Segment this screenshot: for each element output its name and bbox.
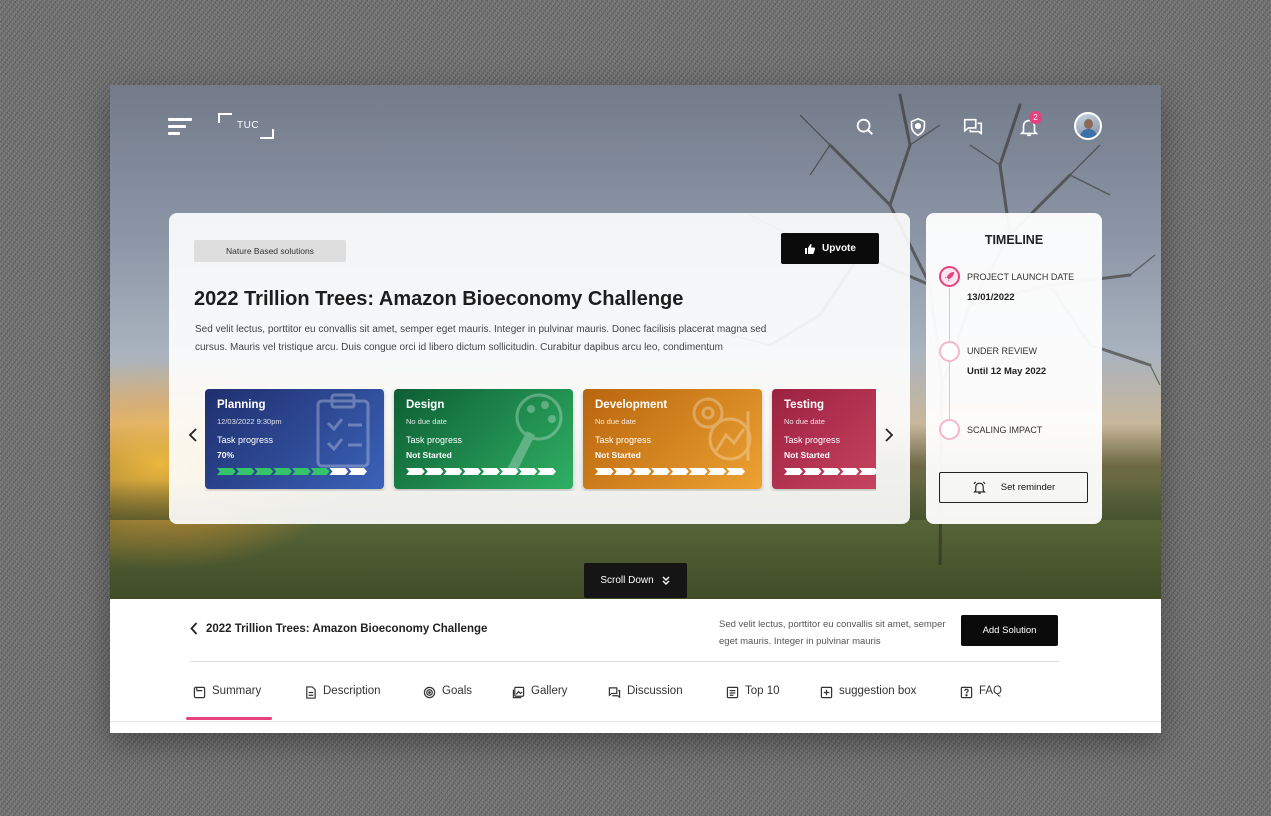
test-icon: [875, 391, 876, 471]
document-icon: [306, 686, 316, 699]
avatar[interactable]: [1074, 112, 1102, 140]
timeline-dot: [939, 419, 960, 440]
top-navigation: TUC 2: [110, 85, 1161, 170]
timeline-card: TIMELINE PROJECT LAUNCH DATE 13/01/2022 …: [926, 213, 1102, 524]
timeline-label: PROJECT LAUNCH DATE: [967, 272, 1075, 282]
active-tab-indicator: [186, 717, 272, 720]
tab-gallery[interactable]: Gallery: [512, 685, 567, 715]
rocket-icon: [939, 266, 960, 287]
question-icon: [960, 686, 973, 699]
target-icon: [423, 686, 436, 699]
carousel-prev-arrow[interactable]: [187, 427, 201, 447]
tab-bar-border: [110, 721, 1161, 722]
gallery-icon: [512, 686, 525, 699]
timeline-value: 13/01/2022: [967, 292, 1015, 303]
search-icon[interactable]: [854, 116, 876, 138]
section-divider: [190, 661, 1059, 662]
timeline-value: Until 12 May 2022: [967, 366, 1047, 377]
bell-icon[interactable]: 2: [1018, 111, 1042, 138]
double-chevron-down-icon: [662, 575, 670, 585]
stage-carousel: Planning 12/03/2022 9:30pm Task progress…: [205, 389, 876, 491]
set-reminder-button[interactable]: Set reminder: [939, 472, 1088, 503]
tab-goals[interactable]: Goals: [423, 685, 472, 715]
challenge-description: Sed velit lectus, porttitor eu convallis…: [195, 324, 767, 353]
carousel-next-arrow[interactable]: [881, 427, 895, 447]
logo[interactable]: TUC: [218, 113, 274, 139]
chat-icon: [608, 687, 621, 699]
clipboard-icon: [316, 393, 370, 468]
tab-suggestion-box[interactable]: suggestion box: [820, 685, 916, 715]
alarm-icon: [972, 481, 986, 494]
list-icon: [726, 686, 739, 699]
stage-card-testing[interactable]: Testing No due date Task progress Not St…: [772, 389, 876, 489]
menu-icon[interactable]: [168, 118, 192, 136]
progress-bar: [784, 468, 876, 475]
tab-description[interactable]: Description: [304, 685, 381, 715]
timeline-label: UNDER REVIEW: [967, 346, 1038, 356]
shield-icon[interactable]: [907, 116, 929, 138]
timeline-dot: [939, 341, 960, 362]
hero-banner: TUC 2 Nature Based solutions Upvote 2022…: [110, 85, 1161, 599]
stage-card-development[interactable]: Development No due date Task progress No…: [583, 389, 762, 489]
chat-icon[interactable]: [962, 116, 984, 138]
set-reminder-label: Set reminder: [1000, 482, 1056, 493]
category-tag: Nature Based solutions: [194, 240, 346, 262]
stage-card-planning[interactable]: Planning 12/03/2022 9:30pm Task progress…: [205, 389, 384, 489]
thumbs-up-icon: [805, 243, 816, 254]
add-solution-button[interactable]: Add Solution: [961, 615, 1058, 646]
tab-top-10[interactable]: Top 10: [726, 685, 780, 715]
gear-chart-icon: [692, 397, 752, 461]
timeline-title: TIMELINE: [984, 233, 1044, 247]
upvote-button[interactable]: Upvote: [781, 233, 879, 264]
upvote-label: Upvote: [822, 243, 856, 254]
tab-discussion[interactable]: Discussion: [608, 685, 683, 715]
challenge-card: Nature Based solutions Upvote 2022 Trill…: [169, 213, 910, 524]
tab-faq[interactable]: FAQ: [960, 685, 1002, 715]
summary-icon: [193, 686, 206, 699]
chevron-left-icon: [190, 622, 198, 635]
back-link[interactable]: 2022 Trillion Trees: Amazon Bioeconomy C…: [190, 622, 487, 635]
palette-icon: [507, 393, 563, 471]
stage-card-design[interactable]: Design No due date Task progress Not Sta…: [394, 389, 573, 489]
app-frame: TUC 2 Nature Based solutions Upvote 2022…: [110, 85, 1161, 733]
section-title: 2022 Trillion Trees: Amazon Bioeconomy C…: [206, 622, 488, 635]
scroll-down-button[interactable]: Scroll Down: [584, 563, 687, 598]
logo-text: TUC: [237, 120, 260, 131]
timeline-label: SCALING IMPACT: [967, 425, 1043, 435]
scroll-down-label: Scroll Down: [600, 575, 654, 586]
challenge-title: 2022 Trillion Trees: Amazon Bioeconomy C…: [194, 288, 684, 310]
progress-bar: [406, 468, 556, 475]
section-summary-text: Sed velit lectus, porttitor eu convallis…: [719, 619, 946, 647]
tab-bar: Summary Description Goals Gallery Discus…: [110, 685, 1161, 715]
plus-box-icon: [820, 686, 833, 699]
progress-bar: [217, 468, 367, 475]
progress-bar: [595, 468, 745, 475]
tab-summary[interactable]: Summary: [193, 685, 261, 715]
notification-badge: 2: [1029, 111, 1042, 124]
